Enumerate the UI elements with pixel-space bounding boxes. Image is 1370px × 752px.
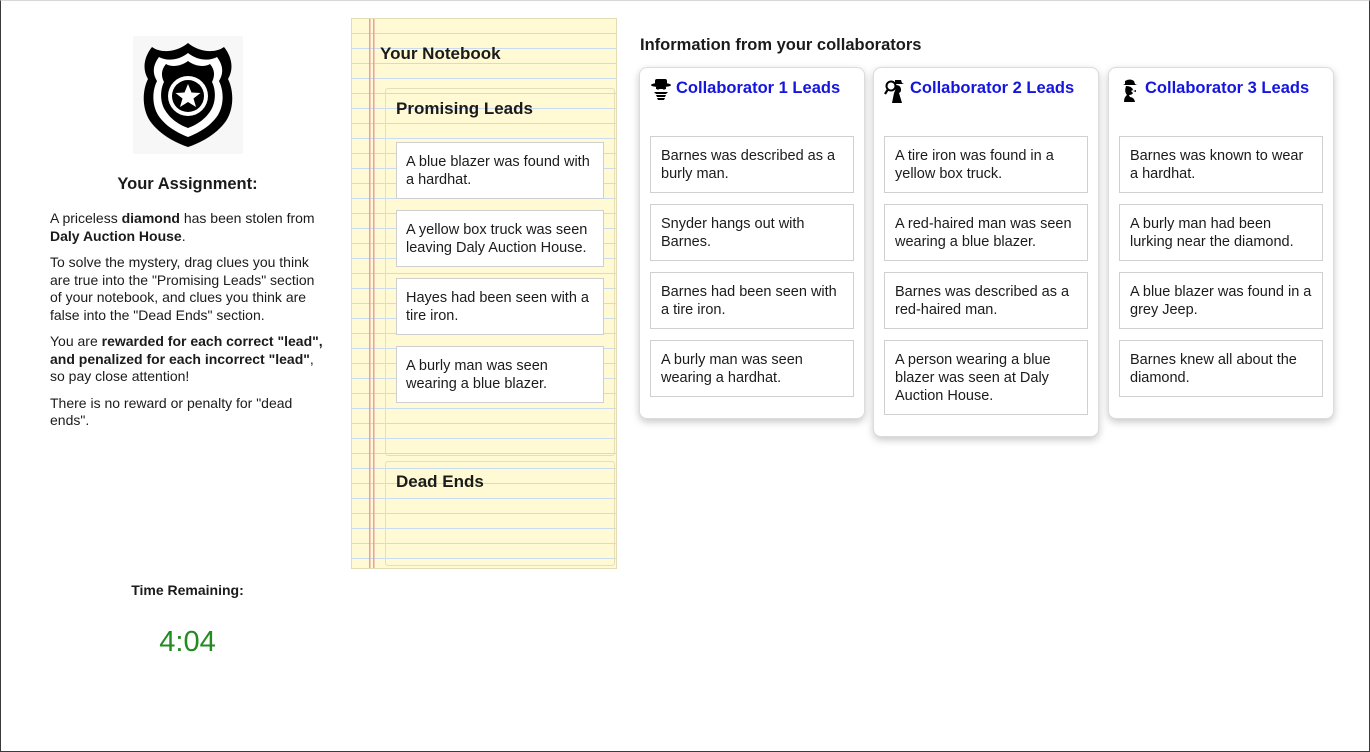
notebook: Your Notebook Promising Leads A blue bla… xyxy=(351,18,617,569)
collaborator-1-column: Collaborator 1 Leads Barnes was describe… xyxy=(639,67,865,419)
clue-card[interactable]: A red-haired man was seen wearing a blue… xyxy=(884,204,1088,261)
lead-card[interactable]: A blue blazer was found with a hardhat. xyxy=(396,142,604,199)
clue-card[interactable]: A blue blazer was found in a grey Jeep. xyxy=(1119,272,1323,329)
dead-ends-title: Dead Ends xyxy=(396,472,484,491)
assignment-title: Your Assignment: xyxy=(117,175,258,193)
time-remaining-label: Time Remaining: xyxy=(131,582,244,598)
clue-card[interactable]: Snyder hangs out with Barnes. xyxy=(650,204,854,261)
assignment-paragraph-3: You are rewarded for each correct "lead"… xyxy=(50,333,323,384)
promising-leads-dropzone[interactable]: Promising Leads A blue blazer was found … xyxy=(385,88,615,456)
clue-card[interactable]: A person wearing a blue blazer was seen … xyxy=(884,340,1088,415)
dead-ends-dropzone[interactable]: Dead Ends xyxy=(385,461,615,566)
notebook-title: Your Notebook xyxy=(380,44,501,63)
police-badge-icon xyxy=(133,36,243,154)
assignment-paragraph-4: There is no reward or penalty for "dead … xyxy=(50,394,293,429)
clue-card[interactable]: Barnes was described as a burly man. xyxy=(650,136,854,193)
lead-card[interactable]: A burly man was seen wearing a blue blaz… xyxy=(396,346,604,403)
clue-card[interactable]: A burly man was seen wearing a hardhat. xyxy=(650,340,854,397)
clue-card[interactable]: Barnes knew all about the diamond. xyxy=(1119,340,1323,397)
lead-card[interactable]: A yellow box truck was seen leaving Daly… xyxy=(396,210,604,267)
clue-card[interactable]: A burly man had been lurking near the di… xyxy=(1119,204,1323,261)
detective-silhouette-icon xyxy=(1119,78,1141,104)
clue-card[interactable]: Barnes had been seen with a tire iron. xyxy=(650,272,854,329)
clue-card[interactable]: Barnes was known to wear a hardhat. xyxy=(1119,136,1323,193)
lead-card[interactable]: Hayes had been seen with a tire iron. xyxy=(396,278,604,335)
time-remaining-value: 4:04 xyxy=(159,626,216,658)
spy-hat-icon xyxy=(650,78,672,104)
promising-leads-title: Promising Leads xyxy=(396,99,533,118)
assignment-panel: Your Assignment: A priceless diamond has… xyxy=(50,36,325,439)
collaborator-3-column: Collaborator 3 Leads Barnes was known to… xyxy=(1108,67,1334,419)
collaborators-heading: Information from your collaborators xyxy=(640,36,922,54)
clue-card[interactable]: A tire iron was found in a yellow box tr… xyxy=(884,136,1088,193)
assignment-paragraph-2: To solve the mystery, drag clues you thi… xyxy=(50,254,315,323)
collaborator-1-link[interactable]: Collaborator 1 Leads xyxy=(676,78,840,98)
collaborator-3-link[interactable]: Collaborator 3 Leads xyxy=(1145,78,1309,98)
collaborator-2-column: Collaborator 2 Leads A tire iron was fou… xyxy=(873,67,1099,437)
collaborator-2-link[interactable]: Collaborator 2 Leads xyxy=(910,78,1074,98)
clue-card[interactable]: Barnes was described as a red-haired man… xyxy=(884,272,1088,329)
assignment-paragraph-1: A priceless diamond has been stolen from… xyxy=(50,210,315,244)
detective-magnifier-icon xyxy=(884,78,906,104)
